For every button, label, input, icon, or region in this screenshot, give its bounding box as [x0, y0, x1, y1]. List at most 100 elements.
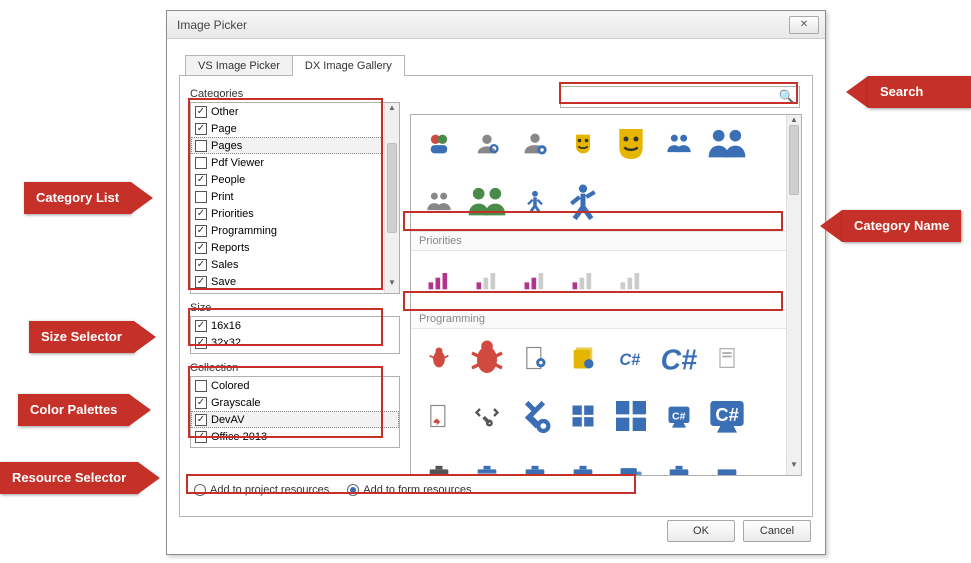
search-input[interactable] — [565, 90, 779, 104]
checkbox-icon[interactable] — [195, 140, 207, 152]
scroll-down-icon[interactable]: ▼ — [385, 278, 399, 293]
checkbox-icon[interactable] — [195, 123, 207, 135]
gallery-icon[interactable] — [511, 335, 559, 381]
categories-scrollbar[interactable]: ▲ ▼ — [384, 103, 399, 293]
gallery-icon[interactable] — [559, 257, 607, 303]
tab-panel: 🔍 Categories OtherPagePagesPdf ViewerPeo… — [179, 75, 813, 517]
gallery-icon[interactable] — [559, 335, 607, 381]
checkbox-icon[interactable] — [195, 157, 207, 169]
category-item[interactable]: Pages — [191, 137, 399, 154]
scroll-thumb[interactable] — [387, 143, 397, 233]
gallery-icon[interactable] — [511, 257, 559, 303]
category-item[interactable]: Priorities — [191, 205, 399, 222]
gallery-icon[interactable] — [415, 121, 463, 167]
collection-item-label: Grayscale — [211, 397, 261, 409]
gallery-icon[interactable] — [511, 121, 559, 167]
collection-list[interactable]: Colored Grayscale DevAV Office 2013 — [190, 376, 400, 448]
gallery-icon[interactable] — [607, 393, 655, 439]
collection-item-label: DevAV — [211, 414, 244, 426]
gallery-icon[interactable] — [463, 179, 511, 225]
collection-item[interactable]: Colored — [191, 377, 399, 394]
collection-item[interactable]: DevAV — [191, 411, 399, 428]
scroll-up-icon[interactable]: ▲ — [385, 103, 399, 118]
checkbox-icon[interactable] — [195, 208, 207, 220]
ok-button[interactable]: OK — [667, 520, 735, 542]
gallery-icon[interactable]: C# — [703, 393, 751, 439]
checkbox-icon[interactable] — [195, 225, 207, 237]
gallery-icon[interactable] — [559, 451, 607, 475]
category-item[interactable]: People — [191, 171, 399, 188]
gallery-icon[interactable]: C# — [655, 335, 703, 381]
radio-form-resources[interactable]: Add to form resources — [347, 484, 471, 496]
category-item[interactable]: Save — [191, 273, 399, 290]
checkbox-icon[interactable] — [195, 242, 207, 254]
categories-list[interactable]: OtherPagePagesPdf Viewer People PrintPrior… — [190, 102, 400, 294]
gallery-icon[interactable] — [607, 257, 655, 303]
gallery-scrollbar[interactable]: ▲ ▼ — [786, 115, 801, 475]
category-item-label: People — [211, 174, 245, 186]
gallery-icon[interactable] — [559, 121, 607, 167]
gallery-icon[interactable] — [415, 179, 463, 225]
checkbox-icon[interactable] — [195, 259, 207, 271]
image-gallery[interactable]: Priorities Programming — [410, 114, 802, 476]
category-item[interactable]: Sales — [191, 256, 399, 273]
gallery-icon[interactable] — [607, 121, 655, 167]
gallery-icon[interactable] — [607, 451, 655, 475]
gallery-icon[interactable] — [463, 257, 511, 303]
gallery-icon[interactable] — [655, 451, 703, 475]
checkbox-icon[interactable] — [195, 276, 207, 288]
cancel-button[interactable]: Cancel — [743, 520, 811, 542]
checkbox-icon[interactable] — [195, 191, 207, 203]
gallery-icon[interactable] — [511, 451, 559, 475]
scroll-down-icon[interactable]: ▼ — [787, 460, 801, 475]
gallery-icon[interactable] — [655, 121, 703, 167]
checkbox-icon[interactable] — [195, 320, 207, 332]
category-item[interactable]: Page — [191, 120, 399, 137]
category-item[interactable]: Pdf Viewer — [191, 154, 399, 171]
category-item[interactable]: Programming — [191, 222, 399, 239]
checkbox-icon[interactable] — [195, 337, 207, 349]
close-icon: ✕ — [800, 19, 808, 30]
gallery-icon[interactable] — [415, 393, 463, 439]
tab-vs-image-picker[interactable]: VS Image Picker — [185, 55, 293, 76]
gallery-icon[interactable] — [703, 335, 751, 381]
gallery-icon[interactable] — [415, 335, 463, 381]
collection-item[interactable]: Office 2013 — [191, 428, 399, 445]
gallery-icon[interactable] — [703, 121, 751, 167]
gallery-icon[interactable] — [703, 451, 751, 475]
gallery-icon[interactable] — [415, 257, 463, 303]
checkbox-icon[interactable] — [195, 414, 207, 426]
callout-size-selector: Size Selector — [29, 321, 156, 353]
checkbox-icon[interactable] — [195, 106, 207, 118]
group-header-programming: Programming — [411, 309, 786, 329]
image-picker-dialog: Image Picker ✕ VS Image Picker DX Image … — [166, 10, 826, 555]
tab-dx-image-gallery[interactable]: DX Image Gallery — [292, 55, 405, 76]
gallery-icon[interactable] — [463, 335, 511, 381]
group-header-priorities: Priorities — [411, 231, 786, 251]
checkbox-icon[interactable] — [195, 380, 207, 392]
gallery-icon[interactable] — [511, 179, 559, 225]
checkbox-icon[interactable] — [195, 397, 207, 409]
gallery-icon[interactable] — [559, 179, 607, 225]
scroll-thumb[interactable] — [789, 125, 799, 195]
size-item[interactable]: 16x16 — [191, 317, 399, 334]
gallery-icon[interactable] — [463, 121, 511, 167]
gallery-icon[interactable]: C# — [655, 393, 703, 439]
category-item[interactable]: Print — [191, 188, 399, 205]
size-list[interactable]: 16x1632x32 — [190, 316, 400, 354]
category-item[interactable]: Other — [191, 103, 399, 120]
collection-item-label: Office 2013 — [211, 431, 267, 443]
gallery-icon[interactable] — [511, 393, 559, 439]
gallery-icon[interactable] — [463, 451, 511, 475]
size-item[interactable]: 32x32 — [191, 334, 399, 351]
category-item[interactable]: Reports — [191, 239, 399, 256]
close-button[interactable]: ✕ — [789, 16, 819, 34]
radio-project-resources[interactable]: Add to project resources — [194, 484, 329, 496]
gallery-icon[interactable] — [415, 451, 463, 475]
collection-item[interactable]: Grayscale — [191, 394, 399, 411]
gallery-icon[interactable] — [559, 393, 607, 439]
gallery-icon[interactable] — [463, 393, 511, 439]
checkbox-icon[interactable] — [195, 431, 207, 443]
checkbox-icon[interactable] — [195, 174, 207, 186]
gallery-icon[interactable]: C# — [607, 335, 655, 381]
